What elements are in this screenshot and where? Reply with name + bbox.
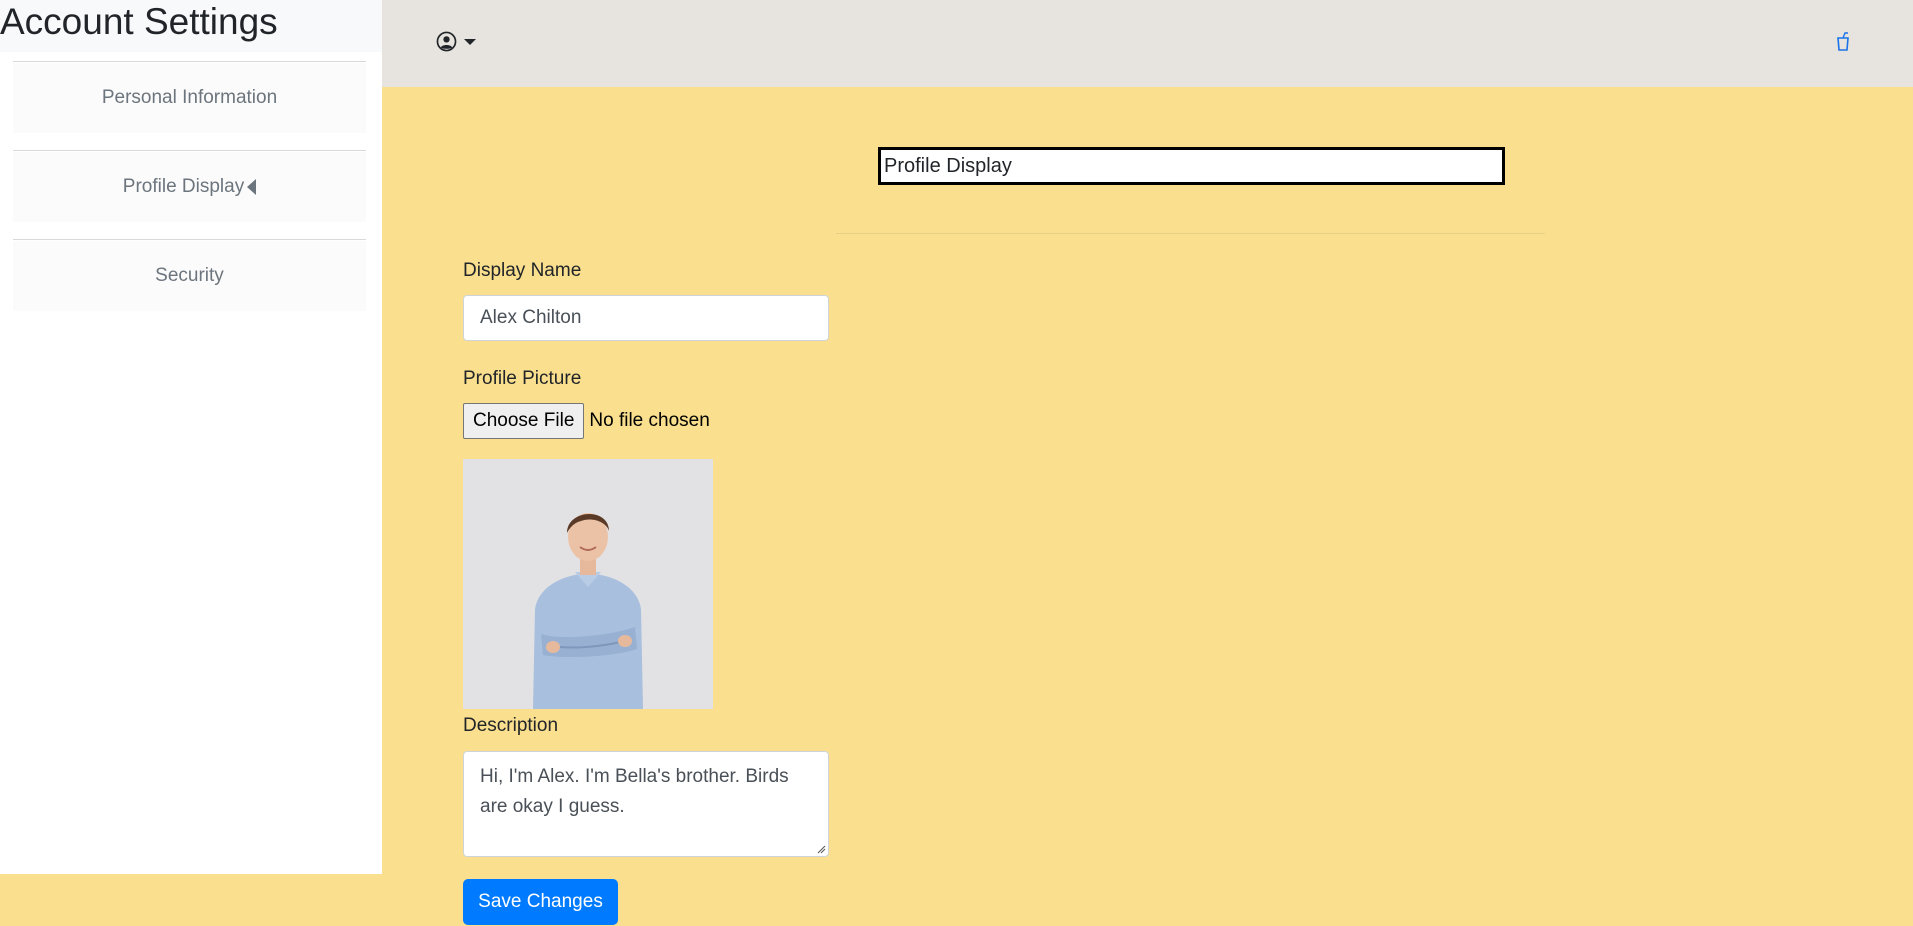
divider — [13, 61, 366, 62]
sidebar-item-security[interactable]: Security — [13, 241, 366, 311]
description-label: Description — [463, 715, 559, 736]
profile-picture-label: Profile Picture — [463, 368, 582, 389]
caret-down-icon — [464, 38, 476, 45]
display-name-label: Display Name — [463, 260, 582, 281]
caret-left-icon — [247, 179, 257, 195]
user-circle-icon — [436, 31, 457, 52]
sidebar-item-label: Profile Display — [122, 176, 245, 197]
resize-handle-icon[interactable] — [816, 844, 826, 854]
description-textarea[interactable]: Hi, I'm Alex. I'm Bella's brother. Birds… — [463, 751, 829, 857]
divider — [13, 150, 366, 151]
divider — [836, 233, 1545, 234]
choose-file-button[interactable]: Choose File — [463, 403, 585, 439]
sidebar-item-label: Personal Information — [101, 87, 278, 108]
cup-icon[interactable] — [1836, 32, 1850, 52]
sidebar-item-label: Security — [155, 265, 224, 286]
profile-picture-image — [463, 459, 713, 709]
section-title: Profile Display — [878, 147, 1505, 185]
sidebar-title: Account Settings — [0, 0, 382, 52]
sidebar: Account Settings Personal Information Pr… — [0, 0, 382, 874]
sidebar-item-profile-display[interactable]: Profile Display — [13, 152, 366, 222]
profile-picture-file-input: Choose File No file chosen — [463, 403, 710, 439]
save-changes-button[interactable]: Save Changes — [463, 879, 618, 925]
divider — [13, 239, 366, 240]
display-name-input[interactable]: Alex Chilton — [463, 295, 829, 341]
description-text: Hi, I'm Alex. I'm Bella's brother. Birds… — [480, 766, 789, 817]
top-navbar — [382, 0, 1913, 87]
file-status: No file chosen — [589, 410, 710, 431]
user-menu-toggle[interactable] — [436, 31, 476, 52]
sidebar-item-personal-information[interactable]: Personal Information — [13, 63, 366, 133]
